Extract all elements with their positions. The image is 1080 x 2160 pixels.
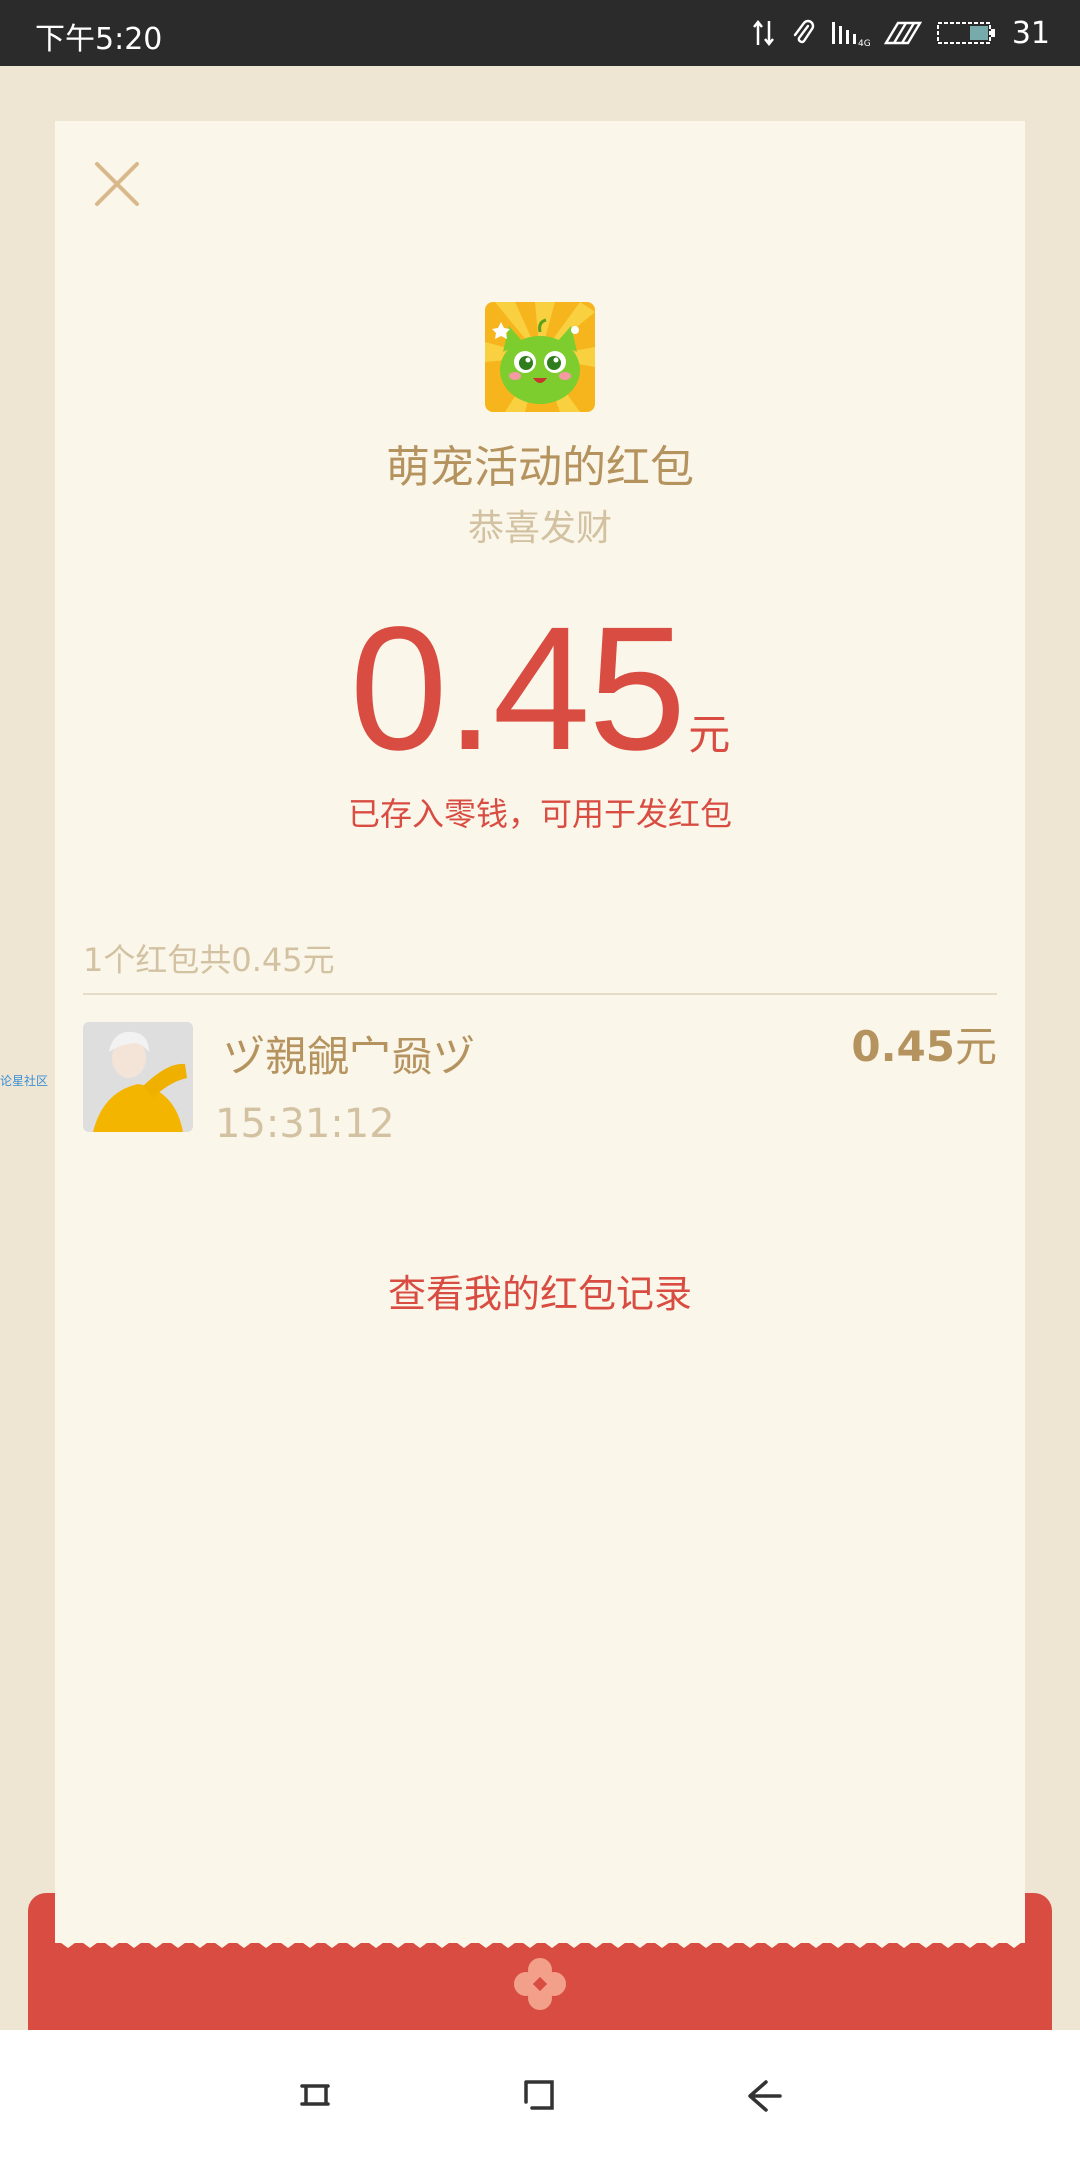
status-time: 下午5:20 bbox=[35, 22, 163, 57]
data-transfer-icon bbox=[752, 19, 774, 47]
status-bar: 下午5:20 4G 31 bbox=[0, 0, 1080, 66]
cute-pet-icon bbox=[485, 302, 595, 412]
status-icons: 4G 31 bbox=[752, 10, 1050, 56]
receiver-amount-unit: 元 bbox=[954, 1022, 997, 1071]
flower-emblem[interactable] bbox=[512, 1956, 568, 2012]
receiver-amount: 0.45元 bbox=[851, 1013, 997, 1074]
amount-unit: 元 bbox=[688, 710, 731, 759]
envelope-title: 萌宠活动的红包 bbox=[386, 442, 694, 493]
close-icon bbox=[95, 162, 139, 206]
divider bbox=[83, 993, 997, 995]
profile-photo-icon bbox=[83, 1022, 193, 1132]
amount-display: 0.45元 bbox=[55, 601, 1025, 777]
greeting-text: 恭喜发财 bbox=[467, 508, 612, 549]
network-type-label: 4G bbox=[858, 39, 870, 48]
receiver-avatar[interactable] bbox=[83, 1022, 193, 1132]
side-watermark: 论星社区 bbox=[0, 1074, 49, 1088]
envelope-summary: 1个红包共0.45元 bbox=[83, 941, 335, 979]
back-button[interactable] bbox=[736, 2068, 792, 2124]
red-envelope-card: 萌宠活动的红包 恭喜发财 0.45元 已存入零钱，可用于发红包 1个红包共0.4… bbox=[55, 121, 1025, 1943]
view-history-link[interactable]: 查看我的红包记录 bbox=[55, 1263, 1025, 1318]
battery-level: 31 bbox=[1011, 15, 1050, 51]
receiver-time: 15:31:12 bbox=[215, 1101, 395, 1147]
sender-avatar bbox=[485, 302, 595, 412]
signal-icon: 4G bbox=[831, 22, 870, 48]
back-icon bbox=[748, 2080, 782, 2112]
navigation-bar bbox=[0, 2030, 1080, 2160]
receiver-amount-value: 0.45 bbox=[851, 1022, 955, 1071]
wifi-off-icon bbox=[883, 21, 922, 45]
home-icon bbox=[524, 2080, 554, 2110]
flower-icon bbox=[514, 1958, 566, 2010]
home-button[interactable] bbox=[512, 2068, 568, 2124]
battery-icon bbox=[936, 22, 995, 44]
paperclip-icon bbox=[793, 19, 814, 44]
receiver-name: ヅ親覦宀赑ヅ bbox=[223, 1032, 476, 1081]
amount-value: 0.45 bbox=[349, 591, 687, 787]
close-button[interactable] bbox=[89, 156, 145, 212]
zigzag-edge bbox=[55, 1930, 1025, 1948]
stored-note: 已存入零钱，可用于发红包 bbox=[347, 795, 732, 833]
recent-apps-button[interactable] bbox=[288, 2068, 344, 2124]
recent-apps-icon bbox=[300, 2084, 330, 2106]
